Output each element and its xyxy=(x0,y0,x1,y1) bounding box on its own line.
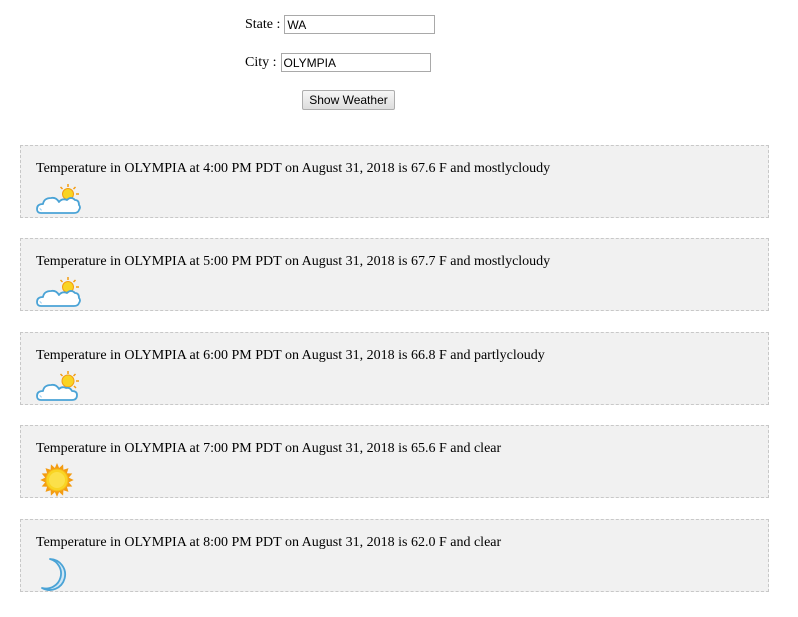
forecast-text: Temperature in OLYMPIA at 8:00 PM PDT on… xyxy=(36,535,502,550)
city-label: City : xyxy=(245,54,277,70)
forecast-text: Temperature in OLYMPIA at 5:00 PM PDT on… xyxy=(36,254,551,269)
state-field-row: State : xyxy=(245,15,436,34)
mostlycloudy-icon xyxy=(36,184,81,214)
show-weather-button[interactable]: Show Weather xyxy=(302,90,395,110)
city-input[interactable] xyxy=(280,53,431,72)
state-input[interactable] xyxy=(284,15,436,34)
mostlycloudy-icon xyxy=(36,277,81,307)
forecast-text: Temperature in OLYMPIA at 4:00 PM PDT on… xyxy=(36,161,551,176)
forecast-card: Temperature in OLYMPIA at 8:00 PM PDT on… xyxy=(20,519,769,592)
state-label: State : xyxy=(245,16,281,32)
partlycloudy-icon xyxy=(36,371,79,401)
forecast-card: Temperature in OLYMPIA at 6:00 PM PDT on… xyxy=(20,332,769,405)
forecast-card: Temperature in OLYMPIA at 7:00 PM PDT on… xyxy=(20,425,769,498)
forecast-text: Temperature in OLYMPIA at 7:00 PM PDT on… xyxy=(36,441,502,456)
forecast-card: Temperature in OLYMPIA at 4:00 PM PDT on… xyxy=(20,145,769,218)
city-field-row: City : xyxy=(245,53,431,72)
moon-icon xyxy=(41,558,66,591)
sun-icon xyxy=(40,463,74,497)
forecast-card: Temperature in OLYMPIA at 5:00 PM PDT on… xyxy=(20,238,769,311)
forecast-text: Temperature in OLYMPIA at 6:00 PM PDT on… xyxy=(36,348,545,363)
